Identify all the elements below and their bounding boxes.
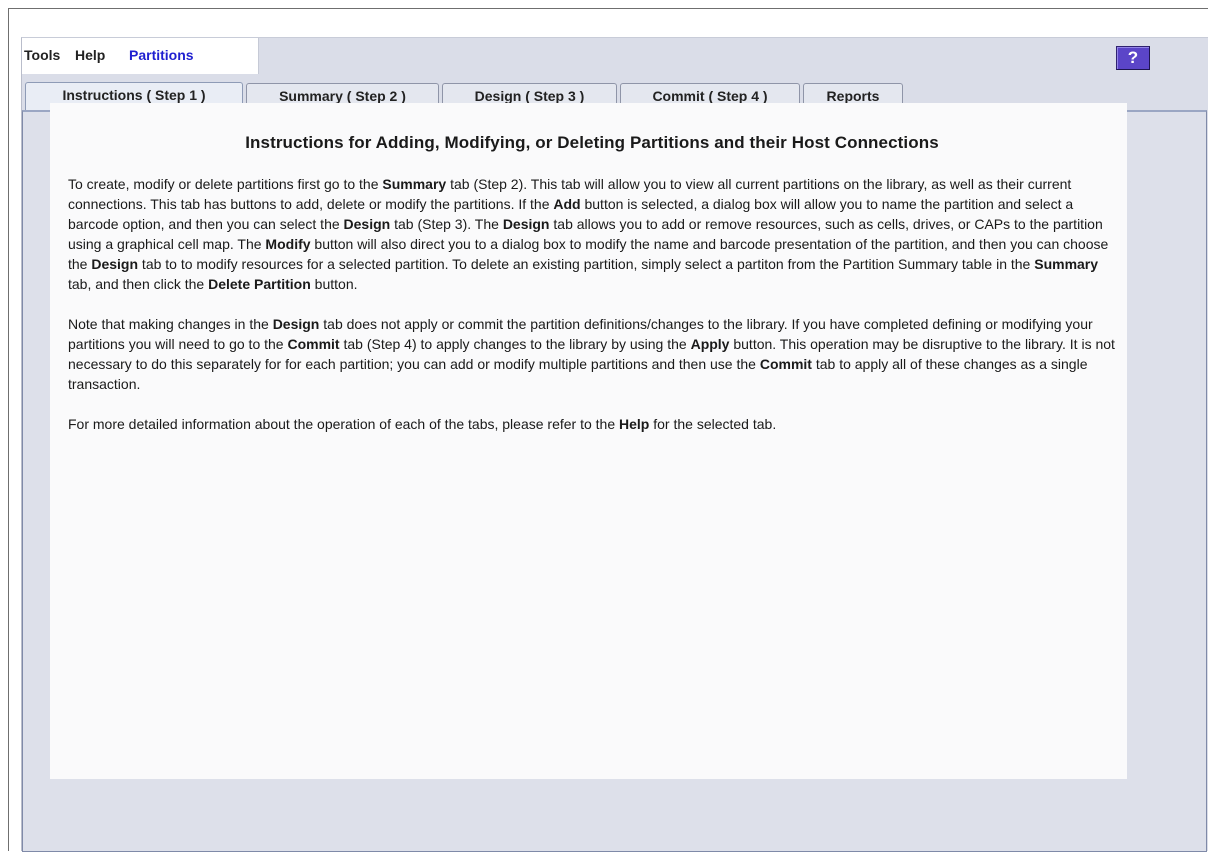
help-question-icon: ? — [1127, 48, 1139, 67]
instructions-text: tab (Step 3). The — [390, 216, 503, 232]
instructions-bold-term: Delete Partition — [208, 276, 311, 292]
instructions-bold-term: Add — [553, 196, 581, 212]
instructions-bold-term: Summary — [1034, 256, 1099, 272]
instructions-bold-term: Design — [343, 216, 391, 232]
menu-tools[interactable]: Tools — [24, 47, 60, 63]
instructions-bold-term: Design — [502, 216, 550, 232]
instructions-bold-term: Commit — [759, 356, 812, 372]
instructions-bold-term: Modify — [265, 236, 311, 252]
instructions-text: tab, and then click the — [68, 276, 209, 292]
instructions-bold-term: Summary — [382, 176, 447, 192]
instructions-bold-term: Help — [619, 416, 650, 432]
instructions-bold-term: Design — [272, 316, 320, 332]
instructions-bold-term: Apply — [690, 336, 730, 352]
instructions-paragraph: Note that making changes in the Design t… — [68, 314, 1116, 394]
menu-help[interactable]: Help — [75, 47, 105, 63]
instructions-sheet: Instructions for Adding, Modifying, or D… — [50, 103, 1127, 779]
instructions-heading: Instructions for Adding, Modifying, or D… — [245, 133, 939, 152]
instructions-bold-term: Commit — [287, 336, 340, 352]
instructions-text: for the selected tab. — [649, 416, 777, 432]
instructions-bold-term: Design — [91, 256, 139, 272]
help-button[interactable]: ? — [1116, 46, 1150, 70]
instructions-paragraph: To create, modify or delete partitions f… — [68, 174, 1116, 294]
instructions-paragraph: For more detailed information about the … — [68, 414, 1116, 434]
instructions-text: button. — [310, 276, 358, 292]
instructions-content: Instructions for Adding, Modifying, or D… — [68, 133, 1116, 454]
instructions-text: tab (Step 4) to apply changes to the lib… — [339, 336, 691, 352]
instructions-text: To create, modify or delete partitions f… — [68, 176, 383, 192]
menu-partitions[interactable]: Partitions — [129, 47, 194, 63]
menu-bar: Tools Help Partitions ? — [22, 38, 1208, 74]
instructions-text: Note that making changes in the — [68, 316, 273, 332]
instructions-text: tab to to modify resources for a selecte… — [138, 256, 1035, 272]
instructions-text: For more detailed information about the … — [68, 416, 620, 432]
